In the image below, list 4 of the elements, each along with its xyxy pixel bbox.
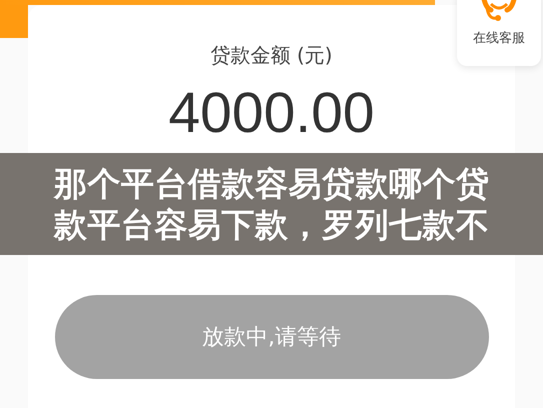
loan-amount: 4000.00 [168, 81, 375, 145]
support-button[interactable]: 在线客服 [457, 0, 541, 66]
caption-text: 那个平台借款容易贷款哪个贷款平台容易下款，罗列七款不 [54, 163, 490, 245]
amount-label: 贷款金额 (元) [210, 42, 332, 69]
